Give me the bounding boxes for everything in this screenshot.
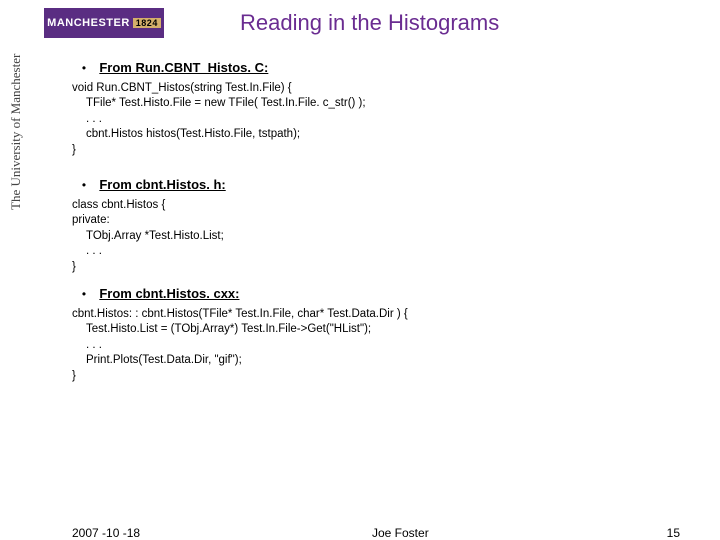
code-line: TObj.Array *Test.Histo.List; (72, 229, 690, 245)
content-area: • From Run.CBNT_Histos. C: void Run.CBNT… (72, 55, 690, 384)
footer-date: 2007 -10 -18 (72, 526, 140, 540)
code-block-2: class cbnt.Histos { private: TObj.Array … (72, 198, 690, 276)
section-1-heading: • From Run.CBNT_Histos. C: (72, 59, 690, 77)
code-line: } (72, 369, 690, 385)
heading-2: From cbnt.Histos. h: (99, 177, 225, 192)
bullet-icon: • (72, 60, 96, 76)
section-3-heading: • From cbnt.Histos. cxx: (72, 285, 690, 303)
code-line: . . . (72, 244, 690, 260)
code-line: Print.Plots(Test.Data.Dir, "gif"); (72, 353, 690, 369)
footer-page: 15 (667, 526, 680, 540)
code-block-3: cbnt.Histos: : cbnt.Histos(TFile* Test.I… (72, 307, 690, 385)
code-line: } (72, 143, 690, 159)
code-line: void Run.CBNT_Histos(string Test.In.File… (72, 81, 690, 97)
heading-3: From cbnt.Histos. cxx: (99, 286, 239, 301)
code-line: . . . (72, 112, 690, 128)
code-line: Test.Histo.List = (TObj.Array*) Test.In.… (72, 322, 690, 338)
code-line: class cbnt.Histos { (72, 198, 690, 214)
code-line: } (72, 260, 690, 276)
heading-1: From Run.CBNT_Histos. C: (99, 60, 268, 75)
logo-text: MANCHESTER (47, 17, 130, 29)
code-line: cbnt.Histos histos(Test.Histo.File, tstp… (72, 127, 690, 143)
logo-year: 1824 (133, 18, 161, 28)
code-line: private: (72, 213, 690, 229)
footer-author: Joe Foster (372, 526, 429, 540)
code-line: cbnt.Histos: : cbnt.Histos(TFile* Test.I… (72, 307, 690, 323)
page-title: Reading in the Histograms (240, 10, 499, 36)
code-block-1: void Run.CBNT_Histos(string Test.In.File… (72, 81, 690, 159)
manchester-logo: MANCHESTER 1824 (44, 8, 164, 38)
bullet-icon: • (72, 177, 96, 193)
bullet-icon: • (72, 286, 96, 302)
code-line: TFile* Test.Histo.File = new TFile( Test… (72, 96, 690, 112)
code-line: . . . (72, 338, 690, 354)
section-2-heading: • From cbnt.Histos. h: (72, 176, 690, 194)
sidebar-university-label: The University of Manchester (8, 54, 24, 210)
